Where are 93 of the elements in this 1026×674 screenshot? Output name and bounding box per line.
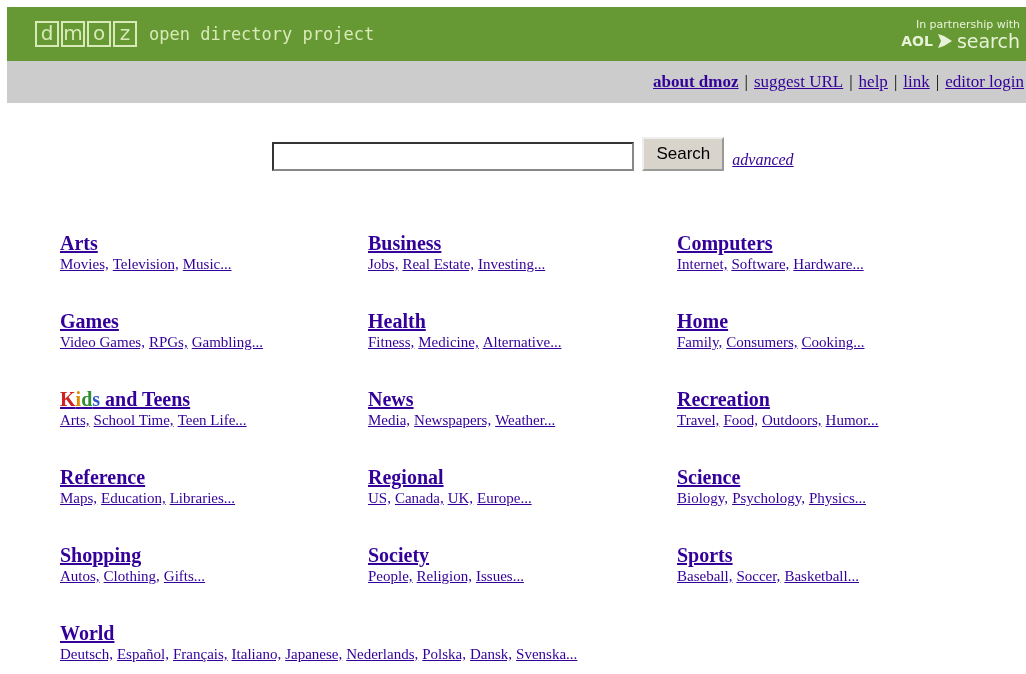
subcategory-link[interactable]: Gifts... bbox=[163, 567, 206, 585]
subcategory-link[interactable]: Humor... bbox=[825, 411, 879, 429]
subcategory-link[interactable]: Italiano, bbox=[231, 645, 282, 663]
separator: | bbox=[849, 72, 853, 92]
nav-link[interactable]: editor login bbox=[945, 72, 1024, 92]
subcategory-link[interactable]: Europe... bbox=[477, 489, 532, 507]
logo-letter: o bbox=[87, 21, 111, 47]
category-link[interactable]: Home bbox=[677, 309, 729, 333]
subcategory-link[interactable]: Consumers, bbox=[726, 333, 798, 351]
subcategory-link[interactable]: Basketball... bbox=[784, 567, 859, 585]
subcategory-link[interactable]: Svenska... bbox=[516, 645, 578, 663]
subcategory-link[interactable]: US, bbox=[368, 489, 391, 507]
subcategory-link[interactable]: Psychology, bbox=[732, 489, 805, 507]
subcategory-link[interactable]: Education, bbox=[101, 489, 166, 507]
subcategory-link[interactable]: Food, bbox=[723, 411, 758, 429]
subcategory-link[interactable]: Polska, bbox=[422, 645, 467, 663]
partner-word: search bbox=[956, 30, 1020, 51]
subcategory-link[interactable]: Autos, bbox=[60, 567, 100, 585]
subcategory-link[interactable]: Physics... bbox=[808, 489, 866, 507]
subcategory-link[interactable]: Biology, bbox=[677, 489, 729, 507]
subcategory-link[interactable]: Maps, bbox=[60, 489, 98, 507]
subcategory-link[interactable]: Software, bbox=[731, 255, 790, 273]
category-link[interactable]: Science bbox=[677, 465, 741, 489]
subcategory-link[interactable]: Movies, bbox=[60, 255, 109, 273]
subcategory-link[interactable]: Français, bbox=[173, 645, 228, 663]
category-link[interactable]: Computers bbox=[677, 231, 773, 255]
category-link[interactable]: Shopping bbox=[60, 543, 142, 567]
category-link[interactable]: Society bbox=[368, 543, 430, 567]
subcategory-link[interactable]: Investing... bbox=[478, 255, 546, 273]
subcategory-link[interactable]: Japanese, bbox=[285, 645, 343, 663]
subcategory-link[interactable]: Family, bbox=[677, 333, 723, 351]
partner-caption: In partnership with bbox=[915, 17, 1020, 31]
subcategory-link[interactable]: Travel, bbox=[677, 411, 720, 429]
category-link[interactable]: World bbox=[60, 621, 115, 645]
category-link[interactable]: Recreation bbox=[677, 387, 770, 411]
separator: | bbox=[744, 72, 748, 92]
subcategory-link[interactable]: Soccer, bbox=[736, 567, 781, 585]
search-field[interactable] bbox=[272, 142, 635, 171]
nav-link[interactable]: help bbox=[858, 72, 888, 92]
category-link[interactable]: Sports bbox=[677, 543, 733, 567]
arrow-icon bbox=[935, 32, 954, 49]
subcategory-link[interactable]: Arts, bbox=[60, 411, 90, 429]
nav-link[interactable]: about dmoz bbox=[653, 72, 739, 92]
category-link[interactable]: Regional bbox=[368, 465, 444, 489]
subcategory-link[interactable]: Fitness, bbox=[368, 333, 415, 351]
subcategory-link[interactable]: Deutsch, bbox=[60, 645, 113, 663]
subcategory-link[interactable]: Clothing, bbox=[103, 567, 160, 585]
subcategory-link[interactable]: Español, bbox=[116, 645, 169, 663]
category-link[interactable]: News bbox=[368, 387, 414, 411]
search-button[interactable]: Search bbox=[642, 137, 725, 171]
separator: | bbox=[893, 72, 898, 92]
subcategory-link[interactable]: Libraries... bbox=[169, 489, 236, 507]
logo-letter: d bbox=[35, 21, 59, 47]
nav-link[interactable]: link bbox=[903, 72, 930, 92]
separator: | bbox=[935, 72, 940, 92]
subcategory-link[interactable]: Hardware... bbox=[793, 255, 864, 273]
advanced-link[interactable]: advanced bbox=[732, 151, 794, 169]
subcategory-link[interactable]: Gambling... bbox=[191, 333, 263, 351]
subcategory-link[interactable]: Canada, bbox=[394, 489, 444, 507]
category-link[interactable]: Arts bbox=[60, 231, 98, 255]
category-link[interactable]: Games bbox=[60, 309, 119, 333]
subcategory-link[interactable]: RPGs, bbox=[148, 333, 188, 351]
subcategory-link[interactable]: School Time, bbox=[93, 411, 174, 429]
subcategory-link[interactable]: Video Games, bbox=[60, 333, 145, 351]
category-link[interactable]: Health bbox=[368, 309, 426, 333]
subcategory-link[interactable]: Outdoors, bbox=[761, 411, 822, 429]
subcategory-link[interactable]: Television, bbox=[112, 255, 179, 273]
subcategory-link[interactable]: Dansk, bbox=[470, 645, 513, 663]
subcategory-link[interactable]: Real Estate, bbox=[402, 255, 475, 273]
subcategory-link[interactable]: Jobs, bbox=[368, 255, 399, 273]
category-link[interactable]: Business bbox=[368, 231, 442, 255]
subcategory-link[interactable]: Alternative... bbox=[482, 333, 562, 351]
subcategory-link[interactable]: Internet, bbox=[677, 255, 728, 273]
nav-link[interactable]: suggest URL bbox=[753, 72, 844, 92]
subcategory-link[interactable]: Nederlands, bbox=[346, 645, 419, 663]
subcategory-link[interactable]: Media, bbox=[368, 411, 411, 429]
subcategory-link[interactable]: Religion, bbox=[416, 567, 472, 585]
subcategory-link[interactable]: UK, bbox=[447, 489, 474, 507]
subcategory-link[interactable]: Baseball, bbox=[677, 567, 733, 585]
subcategory-link[interactable]: Music... bbox=[182, 255, 232, 273]
subcategory-link[interactable]: Cooking... bbox=[801, 333, 865, 351]
category-link[interactable]: Reference bbox=[60, 465, 146, 489]
category-link[interactable]: Kids and Teens bbox=[60, 387, 191, 411]
subcategory-link[interactable]: Teen Life... bbox=[177, 411, 247, 429]
subcategory-link[interactable]: Issues... bbox=[476, 567, 524, 585]
tagline: open directory project bbox=[149, 24, 375, 44]
logo-letter: m bbox=[61, 21, 85, 47]
subcategory-link[interactable]: Newspapers, bbox=[414, 411, 492, 429]
subcategory-link[interactable]: People, bbox=[368, 567, 413, 585]
subcategory-link[interactable]: Weather... bbox=[495, 411, 556, 429]
logo-letter: z bbox=[113, 21, 137, 47]
partner-brand: AOL bbox=[901, 32, 933, 49]
subcategory-link[interactable]: Medicine, bbox=[418, 333, 479, 351]
